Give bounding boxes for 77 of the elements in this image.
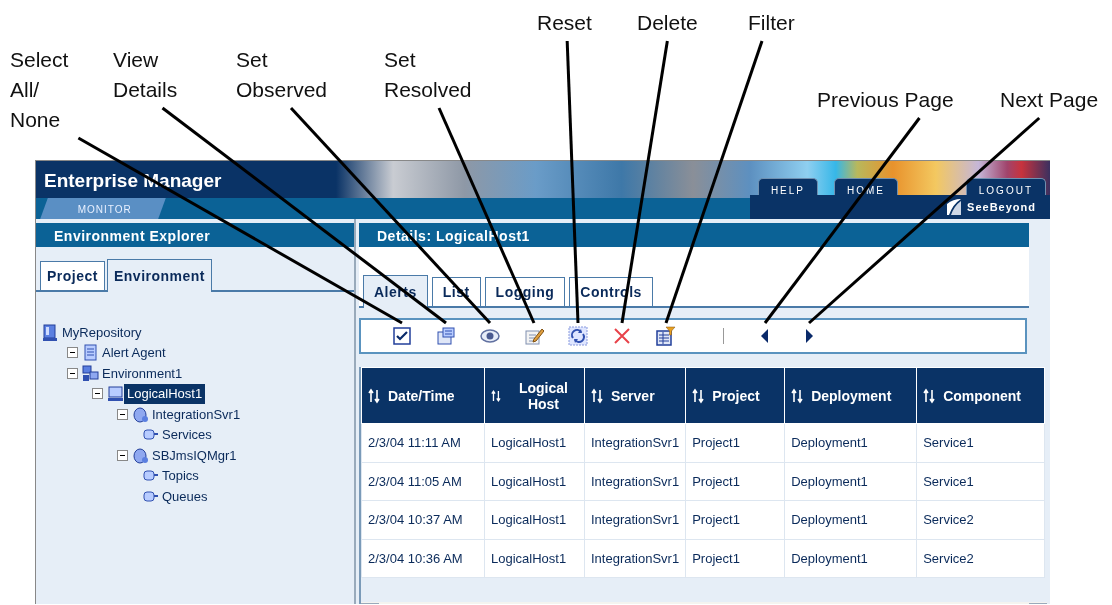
column-header[interactable]: Project bbox=[712, 387, 760, 404]
table-cell: 2/3/04 10:37 AM bbox=[361, 500, 485, 539]
eye-icon[interactable] bbox=[480, 326, 500, 346]
table-cell: Service1 bbox=[916, 462, 1045, 501]
table-cell: Deployment1 bbox=[784, 539, 917, 578]
expander-icon[interactable] bbox=[67, 367, 78, 379]
server-icon bbox=[132, 405, 149, 423]
edit-icon[interactable] bbox=[524, 326, 544, 346]
tab[interactable]: Environment bbox=[106, 259, 213, 292]
table-cell: 2/3/04 11:05 AM bbox=[361, 462, 485, 501]
sort-icon[interactable] bbox=[591, 387, 603, 404]
table-cell: Service1 bbox=[916, 423, 1045, 462]
sort-icon[interactable] bbox=[692, 387, 705, 404]
table-cell: LogicalHost1 bbox=[484, 539, 585, 578]
tree-item[interactable]: Queues bbox=[159, 486, 211, 506]
column-header[interactable]: Server bbox=[611, 387, 655, 404]
tree-item[interactable]: MyRepository bbox=[59, 322, 145, 342]
table-cell: Service2 bbox=[916, 500, 1045, 539]
callout-label: View Details bbox=[113, 47, 179, 103]
filter-icon[interactable] bbox=[656, 326, 676, 346]
callout-label: Reset bbox=[537, 10, 592, 36]
expander-icon[interactable] bbox=[92, 388, 103, 400]
callout-label: Next Page bbox=[1000, 87, 1099, 113]
tab[interactable]: Project bbox=[40, 261, 105, 290]
table-cell: Deployment1 bbox=[784, 462, 917, 501]
table-cell: Project1 bbox=[685, 539, 785, 578]
header-tab[interactable]: HELP bbox=[757, 178, 818, 198]
table-cell: IntegrationSvr1 bbox=[584, 462, 686, 501]
window-icon[interactable] bbox=[436, 326, 456, 346]
tree-item[interactable]: Topics bbox=[159, 466, 202, 486]
table-cell: 2/3/04 11:11 AM bbox=[361, 423, 485, 462]
callout-label: Set Observed bbox=[236, 47, 329, 103]
table-cell: Deployment1 bbox=[784, 423, 917, 462]
refresh-icon[interactable] bbox=[568, 326, 588, 346]
callout-label: Set Resolved bbox=[384, 47, 473, 103]
logo-text: SeeBeyond bbox=[967, 199, 1036, 215]
tree-item[interactable]: SBJmsIQMgr1 bbox=[149, 445, 240, 465]
table-cell: IntegrationSvr1 bbox=[584, 500, 686, 539]
panel-title: Environment Explorer bbox=[36, 223, 354, 247]
sort-icon[interactable] bbox=[368, 387, 380, 404]
tree-item[interactable]: Environment1 bbox=[99, 363, 186, 383]
callout-label: Delete bbox=[637, 10, 698, 36]
table-cell: Deployment1 bbox=[784, 500, 917, 539]
table-cell: 2/3/04 10:36 AM bbox=[361, 539, 485, 578]
table-cell: Project1 bbox=[685, 423, 785, 462]
sort-icon[interactable] bbox=[491, 387, 501, 404]
table-cell: Project1 bbox=[685, 462, 785, 501]
host-icon bbox=[107, 385, 124, 403]
callout-label: Select All/ None bbox=[10, 47, 70, 133]
column-header[interactable]: Component bbox=[943, 387, 1021, 404]
table-cell: Project1 bbox=[685, 500, 785, 539]
expander-icon[interactable] bbox=[117, 408, 128, 420]
table-cell: LogicalHost1 bbox=[484, 500, 585, 539]
table-cell: Service2 bbox=[916, 539, 1045, 578]
server-icon bbox=[132, 446, 149, 464]
sort-icon[interactable] bbox=[791, 387, 804, 404]
table-cell: IntegrationSvr1 bbox=[584, 539, 686, 578]
table-cell: LogicalHost1 bbox=[484, 423, 585, 462]
agent-icon bbox=[82, 344, 99, 362]
callout-label: Previous Page bbox=[817, 87, 954, 113]
table-cell: LogicalHost1 bbox=[484, 462, 585, 501]
logo-icon bbox=[945, 198, 964, 216]
column-header[interactable]: Date/Time bbox=[388, 387, 455, 404]
delete-icon[interactable] bbox=[612, 326, 632, 346]
expander-icon[interactable] bbox=[67, 347, 78, 359]
tree-item[interactable]: LogicalHost1 bbox=[124, 384, 206, 404]
tree-item[interactable]: Alert Agent bbox=[99, 343, 169, 363]
table-cell: IntegrationSvr1 bbox=[584, 423, 686, 462]
expander-icon[interactable] bbox=[117, 449, 128, 461]
callout-label: Filter bbox=[748, 10, 795, 36]
tree-item[interactable]: IntegrationSvr1 bbox=[149, 404, 244, 424]
repository-icon bbox=[42, 323, 59, 341]
tree-item[interactable]: Services bbox=[159, 425, 215, 445]
checkbox-icon[interactable] bbox=[392, 326, 412, 346]
environment-icon bbox=[82, 364, 99, 382]
sort-icon[interactable] bbox=[923, 387, 936, 404]
column-header[interactable]: Deployment bbox=[811, 387, 892, 404]
